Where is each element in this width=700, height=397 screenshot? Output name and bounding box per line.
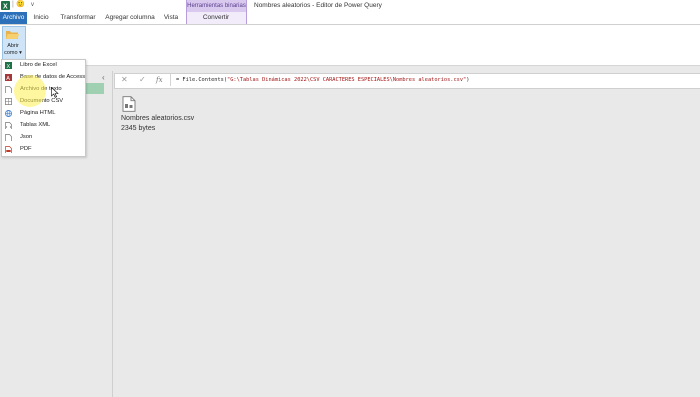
tab-transformar[interactable]: Transformar bbox=[59, 12, 97, 24]
qat-dropdown-icon[interactable]: v bbox=[31, 0, 34, 10]
menu-item-pdf[interactable]: PDF bbox=[1, 144, 83, 155]
tab-vista[interactable]: Vista bbox=[161, 12, 181, 24]
text-file-icon bbox=[5, 86, 12, 93]
menu-item-html[interactable]: Página HTML bbox=[1, 108, 83, 119]
folder-open-icon bbox=[6, 31, 19, 39]
open-as-label: Abrir como ▾ bbox=[4, 43, 22, 56]
window-title: Nombres aleatorios - Editor de Power Que… bbox=[254, 2, 382, 9]
menu-item-xml[interactable]: Tablas XML bbox=[1, 120, 83, 131]
commit-formula-icon[interactable]: ✓ bbox=[139, 75, 146, 85]
menu-item-label: Tablas XML bbox=[20, 122, 51, 128]
menu-item-label: PDF bbox=[20, 146, 32, 152]
tab-agregar-columna[interactable]: Agregar columna bbox=[104, 12, 156, 24]
pdf-icon bbox=[5, 146, 12, 153]
globe-icon bbox=[5, 110, 12, 117]
collapse-pane-icon[interactable]: ‹ bbox=[102, 73, 109, 82]
menu-item-label: Json bbox=[20, 134, 33, 140]
svg-text:A: A bbox=[6, 76, 10, 81]
mouse-pointer-icon bbox=[51, 87, 59, 98]
ribbon-body bbox=[0, 25, 700, 66]
tab-inicio[interactable]: Inicio bbox=[30, 12, 52, 24]
smiley-icon[interactable]: 🙂 bbox=[16, 0, 25, 10]
file-size-label: 2345 bytes bbox=[121, 125, 156, 132]
menu-item-json[interactable]: Json bbox=[1, 132, 83, 143]
excel-app-icon: X bbox=[1, 1, 10, 10]
formula-bar-separator bbox=[170, 74, 171, 86]
csv-icon bbox=[5, 98, 12, 105]
menu-item-label: Libro de Excel bbox=[20, 62, 57, 68]
fx-icon[interactable]: fx bbox=[156, 75, 163, 85]
tab-convertir[interactable]: Convertir bbox=[195, 12, 237, 24]
menu-item-label: Página HTML bbox=[20, 110, 56, 116]
xml-icon bbox=[5, 122, 12, 129]
json-icon bbox=[5, 134, 12, 141]
cursor-highlight bbox=[14, 75, 46, 107]
formula-text[interactable]: = File.Contents("G:\Tablas Dinámicas 202… bbox=[176, 73, 469, 87]
tab-archivo[interactable]: Archivo bbox=[0, 12, 27, 24]
file-name-label: Nombres aleatorios.csv bbox=[121, 115, 195, 122]
menu-item-libro-excel[interactable]: X Libro de Excel bbox=[1, 60, 83, 71]
excel-icon: X bbox=[5, 62, 12, 69]
binary-file-icon[interactable] bbox=[122, 96, 136, 112]
access-icon: A bbox=[5, 74, 12, 81]
cancel-formula-icon[interactable]: ✕ bbox=[121, 75, 128, 85]
svg-text:X: X bbox=[3, 4, 8, 11]
pane-divider[interactable] bbox=[112, 71, 113, 397]
contextual-group-label: Herramientas binarias bbox=[186, 0, 247, 12]
svg-text:X: X bbox=[7, 64, 11, 69]
qat-separator: | bbox=[12, 1, 14, 8]
selected-query-row[interactable] bbox=[84, 83, 104, 94]
